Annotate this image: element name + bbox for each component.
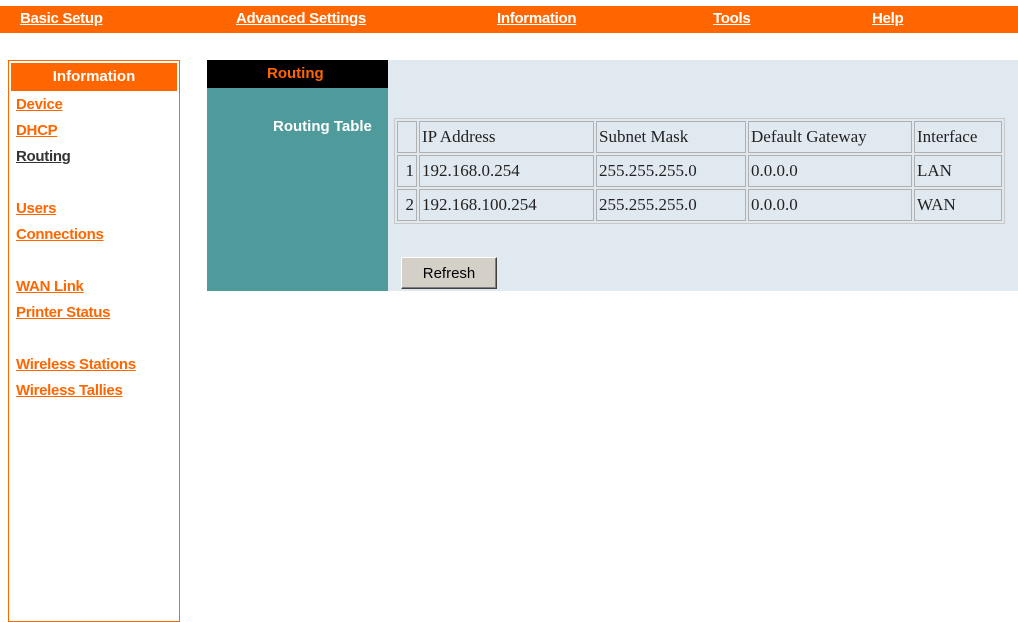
nav-information[interactable]: Information [497,10,577,27]
sidebar: Information Device DHCP Routing Users Co… [8,60,180,622]
top-nav-bar: Basic Setup Advanced Settings Informatio… [0,6,1018,33]
sidebar-item-wireless-stations[interactable]: Wireless Stations [16,356,136,373]
header-default-gateway: Default Gateway [748,121,912,153]
table-row: 1 192.168.0.254 255.255.255.0 0.0.0.0 LA… [397,155,1002,187]
cell-default-gateway: 0.0.0.0 [748,155,912,187]
tab-routing: Routing [207,60,388,88]
sidebar-item-wan-link[interactable]: WAN Link [16,278,84,295]
cell-subnet-mask: 255.255.255.0 [596,189,746,221]
sidebar-item-connections[interactable]: Connections [16,226,104,243]
table-row: 2 192.168.100.254 255.255.255.0 0.0.0.0 … [397,189,1002,221]
header-interface: Interface [914,121,1002,153]
routing-table: IP Address Subnet Mask Default Gateway I… [394,118,1005,224]
nav-help[interactable]: Help [872,10,904,27]
nav-basic-setup[interactable]: Basic Setup [20,10,103,27]
sidebar-item-device[interactable]: Device [16,96,63,113]
section-label-routing-table: Routing Table [273,118,372,135]
table-header-row: IP Address Subnet Mask Default Gateway I… [397,121,1002,153]
nav-tools[interactable]: Tools [713,10,751,27]
cell-interface: WAN [914,189,1002,221]
nav-advanced-settings[interactable]: Advanced Settings [236,10,366,27]
cell-default-gateway: 0.0.0.0 [748,189,912,221]
refresh-button[interactable]: Refresh [401,257,497,289]
tab-title: Routing [267,65,324,82]
sidebar-item-dhcp[interactable]: DHCP [16,122,58,139]
sidebar-item-printer-status[interactable]: Printer Status [16,304,110,321]
sidebar-title: Information [11,63,177,91]
header-index [397,121,417,153]
cell-interface: LAN [914,155,1002,187]
cell-subnet-mask: 255.255.255.0 [596,155,746,187]
header-ip-address: IP Address [419,121,594,153]
cell-ip-address: 192.168.0.254 [419,155,594,187]
sidebar-item-wireless-tallies[interactable]: Wireless Tallies [16,382,123,399]
sidebar-item-users[interactable]: Users [16,200,57,217]
row-number: 1 [397,155,417,187]
sidebar-item-routing[interactable]: Routing [16,148,71,165]
cell-ip-address: 192.168.100.254 [419,189,594,221]
row-number: 2 [397,189,417,221]
header-subnet-mask: Subnet Mask [596,121,746,153]
